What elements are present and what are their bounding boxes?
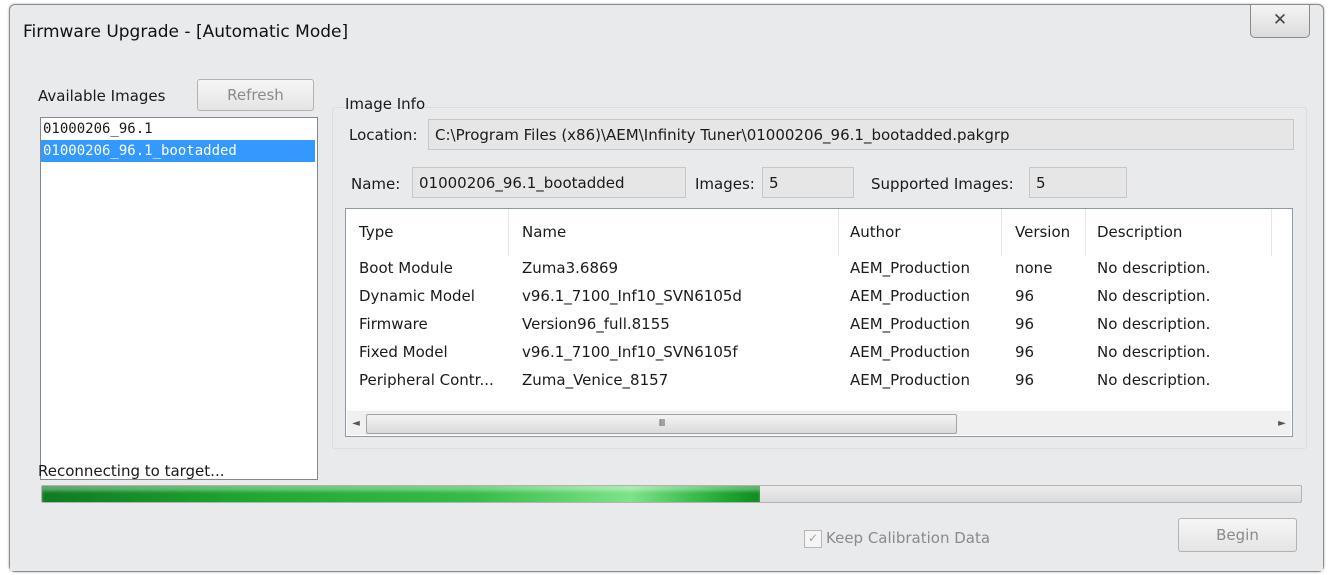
list-item[interactable]: 01000206_96.1	[41, 118, 317, 140]
cell-version: 96	[1015, 287, 1035, 305]
firmware-upgrade-dialog: Firmware Upgrade - [Automatic Mode] ✕ Av…	[9, 4, 1324, 572]
table-row[interactable]: Fixed Model v96.1_7100_Inf10_SVN6105f AE…	[346, 340, 1292, 368]
status-text: Reconnecting to target...	[38, 462, 225, 480]
grip-icon: III	[658, 418, 666, 429]
cell-author: AEM_Production	[850, 287, 970, 305]
cell-type: Fixed Model	[359, 343, 448, 361]
table-row[interactable]: Peripheral Contr... Zuma_Venice_8157 AEM…	[346, 368, 1292, 396]
cell-version: 96	[1015, 315, 1035, 333]
supported-images-field: 5	[1029, 167, 1127, 198]
window-title: Firmware Upgrade - [Automatic Mode]	[23, 22, 349, 42]
close-button[interactable]: ✕	[1250, 5, 1310, 38]
name-label: Name:	[351, 175, 401, 193]
keep-calibration-label[interactable]: Keep Calibration Data	[826, 529, 990, 547]
cell-type: Firmware	[359, 315, 428, 333]
cell-name: v96.1_7100_Inf10_SVN6105d	[522, 287, 742, 305]
refresh-button[interactable]: Refresh	[197, 79, 314, 111]
cell-type: Dynamic Model	[359, 287, 475, 305]
begin-button[interactable]: Begin	[1178, 518, 1297, 552]
list-item-selected[interactable]: 01000206_96.1_bootadded	[41, 140, 315, 162]
name-field: 01000206_96.1_bootadded	[412, 167, 686, 198]
image-details-table[interactable]: Type Name Author Version Description Boo…	[345, 208, 1293, 437]
scroll-right-icon[interactable]: ►	[1273, 412, 1291, 435]
cell-author: AEM_Production	[850, 343, 970, 361]
cell-type: Boot Module	[359, 259, 453, 277]
image-info-label: Image Info	[345, 95, 426, 113]
cell-description: No description.	[1097, 315, 1211, 333]
scroll-left-icon[interactable]: ◄	[347, 412, 365, 435]
column-header-description[interactable]: Description	[1097, 223, 1182, 241]
table-row[interactable]: Dynamic Model v96.1_7100_Inf10_SVN6105d …	[346, 284, 1292, 312]
available-images-list[interactable]: 01000206_96.1 01000206_96.1_bootadded	[40, 117, 318, 480]
cell-version: none	[1015, 259, 1053, 277]
cell-description: No description.	[1097, 371, 1211, 389]
cell-author: AEM_Production	[850, 315, 970, 333]
cell-description: No description.	[1097, 259, 1211, 277]
cell-author: AEM_Production	[850, 259, 970, 277]
cell-author: AEM_Production	[850, 371, 970, 389]
horizontal-scrollbar[interactable]: ◄ III ►	[347, 411, 1291, 435]
images-count-label: Images:	[695, 175, 755, 193]
cell-name: v96.1_7100_Inf10_SVN6105f	[522, 343, 738, 361]
column-header-type[interactable]: Type	[359, 223, 393, 241]
images-count-field: 5	[762, 167, 854, 198]
cell-name: Zuma3.6869	[522, 259, 619, 277]
cell-name: Version96_full.8155	[522, 315, 670, 333]
cell-description: No description.	[1097, 287, 1211, 305]
dialog-body: Available Images Refresh 01000206_96.1 0…	[10, 55, 1323, 571]
column-header-version[interactable]: Version	[1015, 223, 1070, 241]
table-row[interactable]: Firmware Version96_full.8155 AEM_Product…	[346, 312, 1292, 340]
cell-type: Peripheral Contr...	[359, 371, 494, 389]
cell-description: No description.	[1097, 343, 1211, 361]
close-icon: ✕	[1272, 10, 1288, 30]
supported-images-label: Supported Images:	[871, 175, 1014, 193]
cell-name: Zuma_Venice_8157	[522, 371, 669, 389]
table-row[interactable]: Boot Module Zuma3.6869 AEM_Production no…	[346, 256, 1292, 284]
progress-bar-fill	[42, 486, 760, 502]
scrollbar-thumb[interactable]: III	[366, 414, 957, 434]
column-header-name[interactable]: Name	[522, 223, 566, 241]
title-bar: Firmware Upgrade - [Automatic Mode] ✕	[10, 5, 1323, 55]
location-field: C:\Program Files (x86)\AEM\Infinity Tune…	[428, 119, 1294, 150]
cell-version: 96	[1015, 343, 1035, 361]
column-header-author[interactable]: Author	[850, 223, 901, 241]
check-icon: ✓	[807, 531, 819, 545]
keep-calibration-checkbox[interactable]: ✓	[804, 530, 822, 548]
table-header: Type Name Author Version Description	[346, 209, 1292, 256]
cell-version: 96	[1015, 371, 1035, 389]
location-label: Location:	[349, 126, 418, 144]
progress-bar	[41, 485, 1302, 503]
available-images-label: Available Images	[38, 87, 166, 105]
